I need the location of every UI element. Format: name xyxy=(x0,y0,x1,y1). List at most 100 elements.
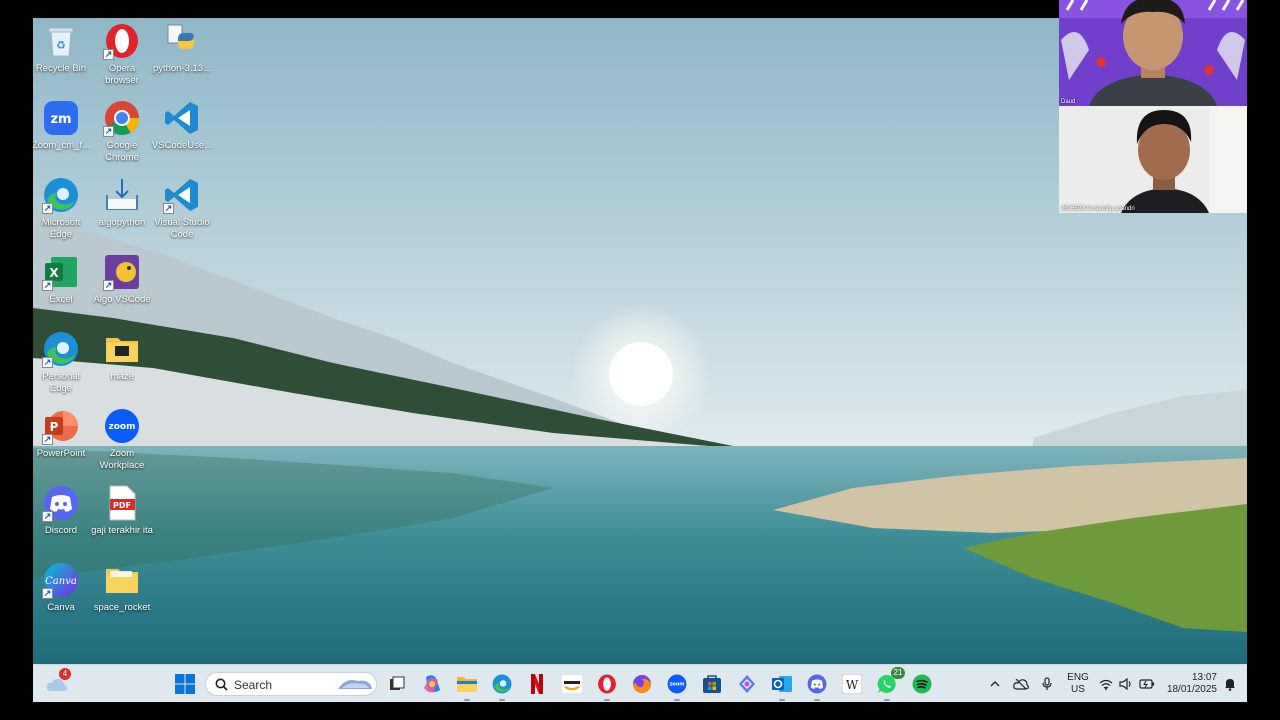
shortcut-arrow-icon: ↗ xyxy=(103,280,114,291)
search-highlight-icon xyxy=(338,680,372,689)
desktop-icon-label: Algo VSCode xyxy=(93,294,151,305)
desktop-icon-label: VSCodeUse... xyxy=(151,140,213,151)
taskbar-edge[interactable] xyxy=(490,672,514,701)
svg-text:zm: zm xyxy=(50,112,71,127)
desktop-icon-label: gaji terakhir ita xyxy=(91,525,153,536)
firefox-icon xyxy=(633,675,651,693)
taskbar-task-view[interactable] xyxy=(385,672,409,696)
desktop-icon-label: Excel xyxy=(49,294,73,305)
shortcut-arrow-icon: ↗ xyxy=(42,511,53,522)
taskbar-spotify[interactable] xyxy=(910,672,934,696)
discord-icon xyxy=(807,674,827,694)
taskbar-netflix[interactable] xyxy=(525,672,549,696)
taskbar-firefox[interactable] xyxy=(630,672,654,696)
taskbar-store[interactable] xyxy=(700,672,724,696)
edge-icon xyxy=(492,674,512,694)
video-tile-participant-1[interactable]: Daud xyxy=(1059,0,1247,106)
desktop-icon-vscode[interactable]: ↗ Visual Studio Code xyxy=(151,176,213,241)
svg-text:♻: ♻ xyxy=(56,39,66,52)
taskbar-file-explorer[interactable] xyxy=(455,672,479,701)
svg-text:Canva: Canva xyxy=(45,576,77,587)
desktop-icon-label: Opera browser xyxy=(105,63,139,86)
desktop-icon-chrome[interactable]: ↗ Google Chrome xyxy=(91,99,153,164)
desktop-icon-label: Canva xyxy=(47,602,75,613)
vscode-icon: ↗ xyxy=(163,176,201,214)
powerpoint-icon: P ↗ xyxy=(42,407,80,445)
running-indicator xyxy=(884,699,890,701)
taskbar-discord[interactable] xyxy=(805,672,829,701)
discord-icon: ↗ xyxy=(42,484,80,522)
taskbar-search-box[interactable]: Search xyxy=(205,672,377,696)
desktop-icon-zoom-workplace[interactable]: zoom Zoom Workplace xyxy=(91,407,153,472)
clock[interactable]: 13:07 18/01/2025 xyxy=(1161,672,1217,696)
canva-icon: Canva ↗ xyxy=(42,561,80,599)
recycle-bin-icon: ♻ xyxy=(42,22,80,60)
desktop-icon-zoom-installer[interactable]: zm Zoom_cm_f... xyxy=(33,99,92,152)
desktop-icon-label: PowerPoint xyxy=(36,448,86,459)
desktop-icon-recycle-bin[interactable]: ♻ Recycle Bin xyxy=(33,22,92,75)
shortcut-arrow-icon: ↗ xyxy=(42,434,53,445)
language-indicator[interactable]: ENG US xyxy=(1063,672,1093,696)
desktop-icon-maze[interactable]: maze xyxy=(91,330,153,383)
notification-badge: 4 xyxy=(59,668,71,680)
copilot-icon xyxy=(424,675,440,693)
notification-badge: 21 xyxy=(891,667,905,679)
desktop-icon-discord[interactable]: ↗ Discord xyxy=(33,484,92,537)
desktop-icon-personal-edge[interactable]: ↗ Personal Edge xyxy=(33,330,92,395)
participant-video-feed xyxy=(1059,106,1247,213)
video-tile-participant-2[interactable]: 2526592-fernandhp yoandri xyxy=(1059,106,1247,213)
desktop-icon-label: Zoom_cm_f... xyxy=(33,140,91,151)
shortcut-arrow-icon: ↗ xyxy=(42,203,53,214)
desktop-icon-space-rocket[interactable]: space_rocket xyxy=(91,561,153,614)
taskbar-zoom[interactable]: zoom xyxy=(665,672,689,701)
weather-widget[interactable]: 4 xyxy=(45,668,71,696)
desktop-icon-opera[interactable]: ↗ Opera browser xyxy=(91,22,153,87)
taskbar-opera[interactable] xyxy=(595,672,619,701)
svg-text:W: W xyxy=(846,678,859,692)
desktop-icon-python-installer[interactable]: python-3.13... xyxy=(151,22,213,75)
desktop-icon-algopython[interactable]: algopython xyxy=(91,176,153,229)
store-icon xyxy=(703,675,721,693)
start-button[interactable] xyxy=(173,672,197,696)
chevron-up-icon xyxy=(990,681,1000,687)
notifications-button[interactable] xyxy=(1219,672,1241,696)
svg-text:PDF: PDF xyxy=(113,501,131,510)
microphone-icon xyxy=(1042,677,1052,690)
desktop-icon-label: Personal Edge xyxy=(42,371,80,394)
desktop-icon-vscode-installer[interactable]: VSCodeUse... xyxy=(151,99,213,152)
taskbar-outlook[interactable] xyxy=(770,672,794,701)
running-indicator xyxy=(499,699,505,701)
desktop-icon-algo-vscode[interactable]: ↗ Algo VSCode xyxy=(91,253,153,306)
tray-overflow-button[interactable] xyxy=(984,672,1006,696)
wikipedia-icon: W xyxy=(842,674,862,694)
battery-icon xyxy=(1139,679,1154,689)
taskbar: 4 Search zoom W 21 ENG US 13:07 18/01/20… xyxy=(33,664,1247,702)
taskbar-whatsapp[interactable]: 21 xyxy=(875,667,905,701)
desktop-icon-pdf[interactable]: PDF gaji terakhir ita xyxy=(91,484,153,537)
desktop-icon-excel[interactable]: X ↗ Excel xyxy=(33,253,92,306)
excel-icon: X ↗ xyxy=(42,253,80,291)
desktop-icon-canva[interactable]: Canva ↗ Canva xyxy=(33,561,92,614)
desktop-icon-label: Zoom Workplace xyxy=(99,448,145,471)
running-indicator xyxy=(604,699,610,701)
shortcut-arrow-icon: ↗ xyxy=(42,588,53,599)
spotify-icon xyxy=(912,674,932,694)
shortcut-arrow-icon: ↗ xyxy=(42,357,53,368)
taskbar-copilot[interactable] xyxy=(420,672,444,696)
tray-microphone[interactable] xyxy=(1036,672,1058,696)
taskbar-wikipedia[interactable]: W xyxy=(840,672,864,696)
svg-text:X: X xyxy=(49,266,59,280)
taskbar-amazon[interactable] xyxy=(560,672,584,696)
outlook-icon xyxy=(772,676,792,692)
desktop-icon-powerpoint[interactable]: P ↗ PowerPoint xyxy=(33,407,92,460)
desktop-icon-label: space_rocket xyxy=(93,602,151,613)
tray-onedrive[interactable] xyxy=(1010,672,1032,696)
language-label: ENG xyxy=(1067,672,1089,683)
search-placeholder: Search xyxy=(234,678,273,692)
tray-status-group[interactable] xyxy=(1099,672,1161,696)
desktop-icon-label: Microsoft Edge xyxy=(41,217,81,240)
desktop-icon-edge[interactable]: ↗ Microsoft Edge xyxy=(33,176,92,241)
running-indicator xyxy=(814,699,820,701)
shortcut-arrow-icon: ↗ xyxy=(42,280,53,291)
taskbar-copilot-app[interactable] xyxy=(735,672,759,696)
